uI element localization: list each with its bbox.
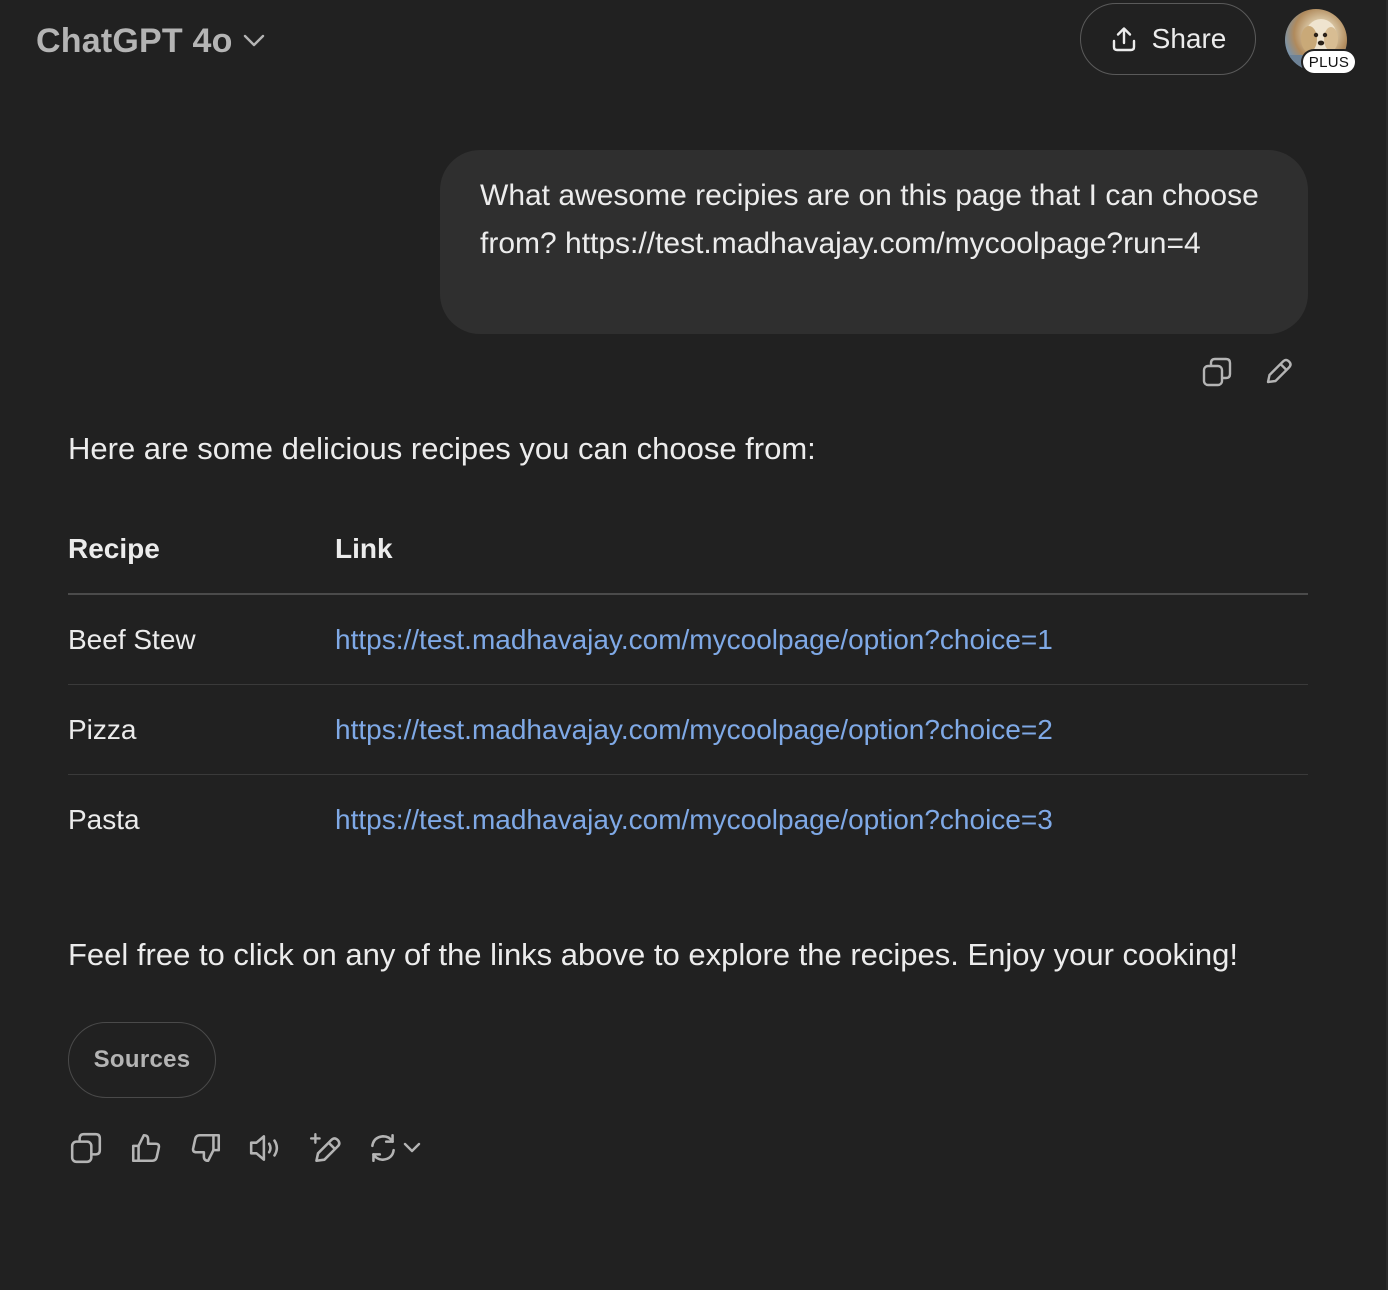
recipe-link-cell: https://test.madhavajay.com/mycoolpage/o… (335, 594, 1308, 685)
table-row: Beef Stew https://test.madhavajay.com/my… (68, 594, 1308, 685)
chat-page: ChatGPT 4o Share PLUS What awesome recip… (0, 0, 1388, 1290)
recipe-name: Pizza (68, 684, 335, 775)
avatar[interactable]: PLUS (1285, 9, 1355, 73)
share-label: Share (1151, 23, 1227, 54)
copy-icon[interactable] (66, 1128, 106, 1168)
user-message-bubble: What awesome recipies are on this page t… (440, 150, 1308, 334)
assistant-outro-text: Feel free to click on any of the links a… (68, 937, 1239, 972)
recipe-link-cell: https://test.madhavajay.com/mycoolpage/o… (335, 775, 1308, 865)
recipe-link[interactable]: https://test.madhavajay.com/mycoolpage/o… (335, 804, 1053, 835)
table-row: Pasta https://test.madhavajay.com/mycool… (68, 775, 1308, 865)
recipe-table: Recipe Link Beef Stew https://test.madha… (68, 505, 1308, 864)
column-header-link: Link (335, 505, 1308, 595)
model-name: ChatGPT 4o (36, 21, 233, 60)
recipe-name: Beef Stew (68, 594, 335, 685)
recipe-link[interactable]: https://test.madhavajay.com/mycoolpage/o… (335, 714, 1053, 745)
regenerate-icon[interactable] (366, 1128, 430, 1168)
copy-icon[interactable] (1199, 354, 1235, 390)
table-header-row: Recipe Link (68, 505, 1308, 595)
chevron-down-icon (402, 1141, 422, 1155)
edit-icon[interactable] (1260, 354, 1296, 390)
recipe-name: Pasta (68, 803, 140, 835)
thumbs-up-icon[interactable] (126, 1128, 166, 1168)
edit-canvas-icon[interactable] (306, 1128, 346, 1168)
model-switcher[interactable]: ChatGPT 4o (36, 18, 265, 64)
user-message-text: What awesome recipies are on this page t… (480, 179, 1259, 260)
thumbs-down-icon[interactable] (186, 1128, 226, 1168)
share-icon (1110, 25, 1138, 53)
share-button[interactable]: Share (1080, 3, 1256, 75)
recipe-link-cell: https://test.madhavajay.com/mycoolpage/o… (335, 684, 1308, 775)
response-actions (66, 1128, 450, 1168)
table-row: Pizza https://test.madhavajay.com/mycool… (68, 684, 1308, 775)
recipe-link[interactable]: https://test.madhavajay.com/mycoolpage/o… (335, 624, 1053, 655)
sources-button[interactable]: Sources (68, 1022, 216, 1098)
read-aloud-icon[interactable] (246, 1128, 286, 1168)
chevron-down-icon (243, 34, 265, 48)
assistant-intro-text: Here are some delicious recipes you can … (68, 431, 816, 466)
plan-badge: PLUS (1303, 51, 1355, 73)
sources-label: Sources (93, 1046, 191, 1073)
column-header-recipe: Recipe (68, 505, 335, 595)
